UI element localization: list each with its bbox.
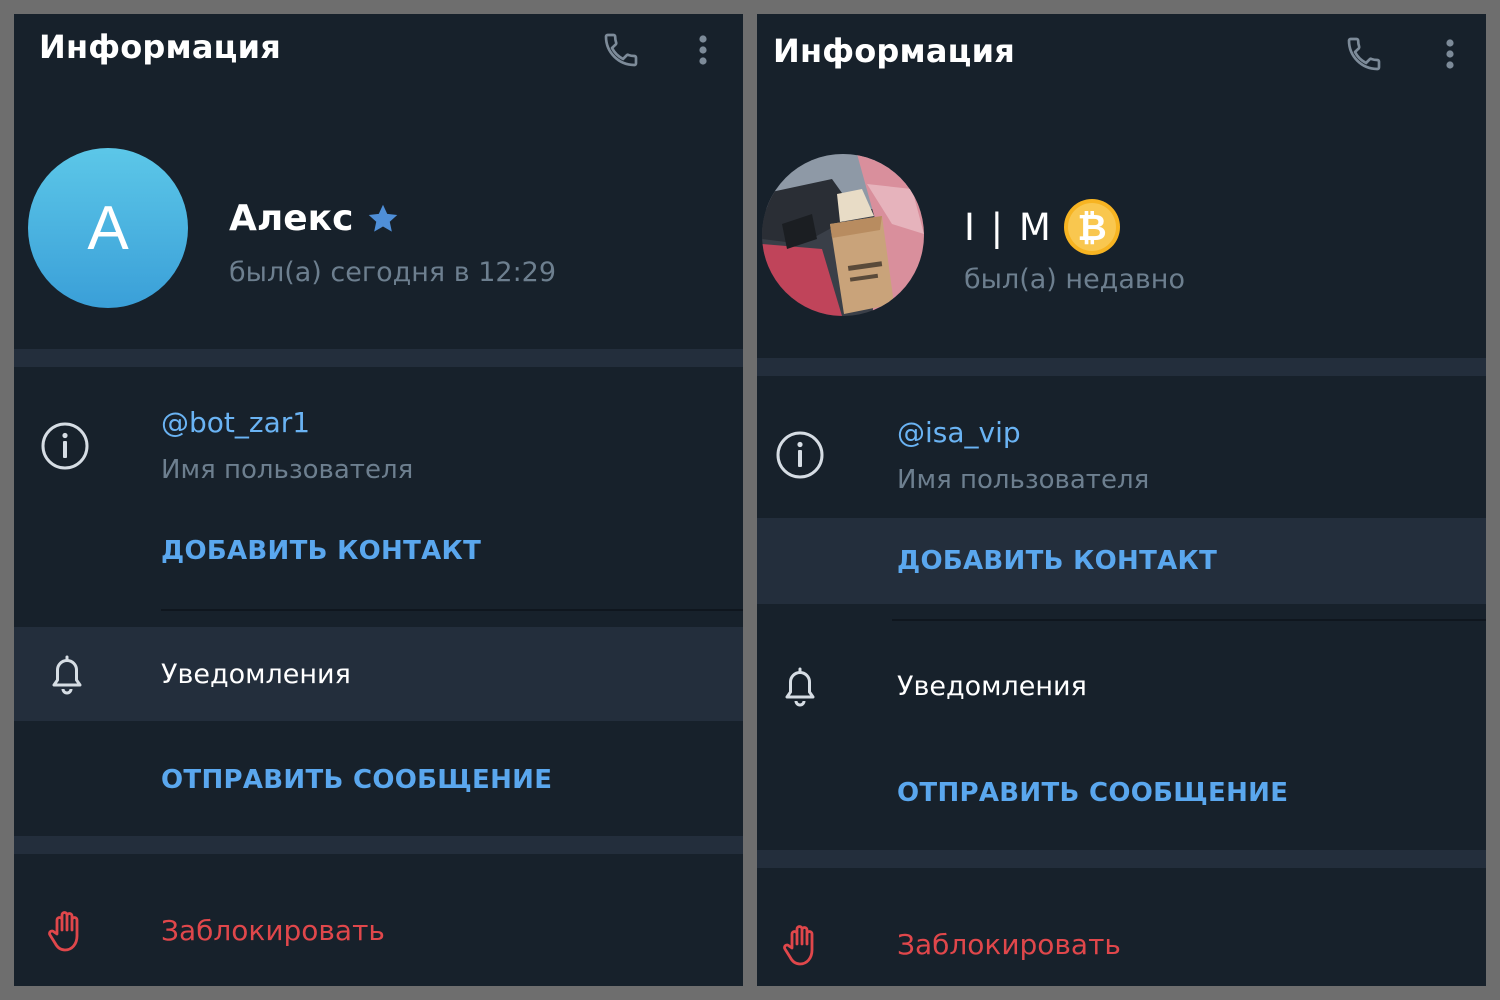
username-label: Имя пользователя (897, 465, 1150, 495)
more-options-button[interactable] (1430, 34, 1470, 74)
block-user-button[interactable]: Заблокировать (14, 884, 743, 970)
phone-icon (604, 33, 638, 67)
header: Информация (14, 14, 743, 84)
hand-stop-icon (42, 906, 92, 956)
send-message-button[interactable]: ОТПРАВИТЬ СООБЩЕНИЕ (757, 750, 1486, 836)
more-vert-icon (699, 35, 707, 65)
section-separator (14, 349, 743, 367)
notifications-row[interactable]: Уведомления (757, 639, 1486, 733)
avatar-photo (762, 154, 924, 316)
header: Информация (757, 14, 1486, 84)
section-separator (757, 358, 1486, 376)
avatar[interactable] (762, 154, 924, 316)
more-vert-icon (1446, 39, 1454, 69)
notifications-label: Уведомления (897, 671, 1087, 702)
bitcoin-icon: ₿ (1063, 199, 1120, 255)
call-button[interactable] (1344, 34, 1384, 74)
username[interactable]: @isa_vip (897, 416, 1021, 449)
divider (161, 609, 743, 611)
contact-name: Алекс (229, 198, 354, 239)
svg-text:₿: ₿ (1077, 208, 1106, 249)
add-contact-label: ДОБАВИТЬ КОНТАКТ (897, 546, 1218, 576)
contact-name: I | M (964, 205, 1053, 249)
hand-stop-icon (777, 920, 827, 970)
bell-icon (775, 661, 825, 711)
more-options-button[interactable] (683, 30, 723, 70)
section-separator (757, 850, 1486, 868)
send-message-label: ОТПРАВИТЬ СООБЩЕНИЕ (897, 778, 1289, 808)
info-icon (40, 421, 90, 471)
phone-icon (1347, 37, 1381, 71)
add-contact-button[interactable]: ДОБАВИТЬ КОНТАКТ (757, 518, 1486, 604)
block-user-button[interactable]: Заблокировать (757, 898, 1486, 984)
right-profile-panel: Информация I | M ₿ был(а) недавно @isa_v… (757, 14, 1486, 986)
divider (892, 619, 1486, 621)
section-separator (14, 836, 743, 854)
last-seen-status: был(а) недавно (964, 264, 1185, 295)
left-profile-panel: Информация A Алекс был(а) сегодня в 12:2… (14, 14, 743, 986)
username[interactable]: @bot_zar1 (161, 406, 310, 439)
profile-section: I | M ₿ был(а) недавно (757, 114, 1486, 349)
block-label: Заблокировать (897, 928, 1121, 961)
add-contact-button[interactable]: ДОБАВИТЬ КОНТАКТ (14, 508, 743, 594)
send-message-button[interactable]: ОТПРАВИТЬ СООБЩЕНИЕ (14, 737, 743, 823)
call-button[interactable] (601, 30, 641, 70)
avatar-initial: A (87, 193, 129, 263)
send-message-label: ОТПРАВИТЬ СООБЩЕНИЕ (161, 765, 553, 795)
profile-section: A Алекс был(а) сегодня в 12:29 (14, 114, 743, 349)
add-contact-label: ДОБАВИТЬ КОНТАКТ (161, 536, 482, 566)
block-label: Заблокировать (161, 914, 385, 947)
avatar[interactable]: A (28, 148, 188, 308)
username-label: Имя пользователя (161, 455, 414, 485)
notifications-row[interactable]: Уведомления (14, 627, 743, 721)
name-row: Алекс (229, 198, 401, 239)
page-title: Информация (773, 32, 1015, 70)
name-row: I | M ₿ (964, 198, 1121, 256)
notifications-label: Уведомления (161, 659, 351, 690)
info-icon (775, 430, 825, 480)
last-seen-status: был(а) сегодня в 12:29 (229, 257, 557, 288)
page-title: Информация (39, 28, 281, 66)
bell-icon (42, 649, 92, 699)
star-icon (369, 204, 398, 232)
